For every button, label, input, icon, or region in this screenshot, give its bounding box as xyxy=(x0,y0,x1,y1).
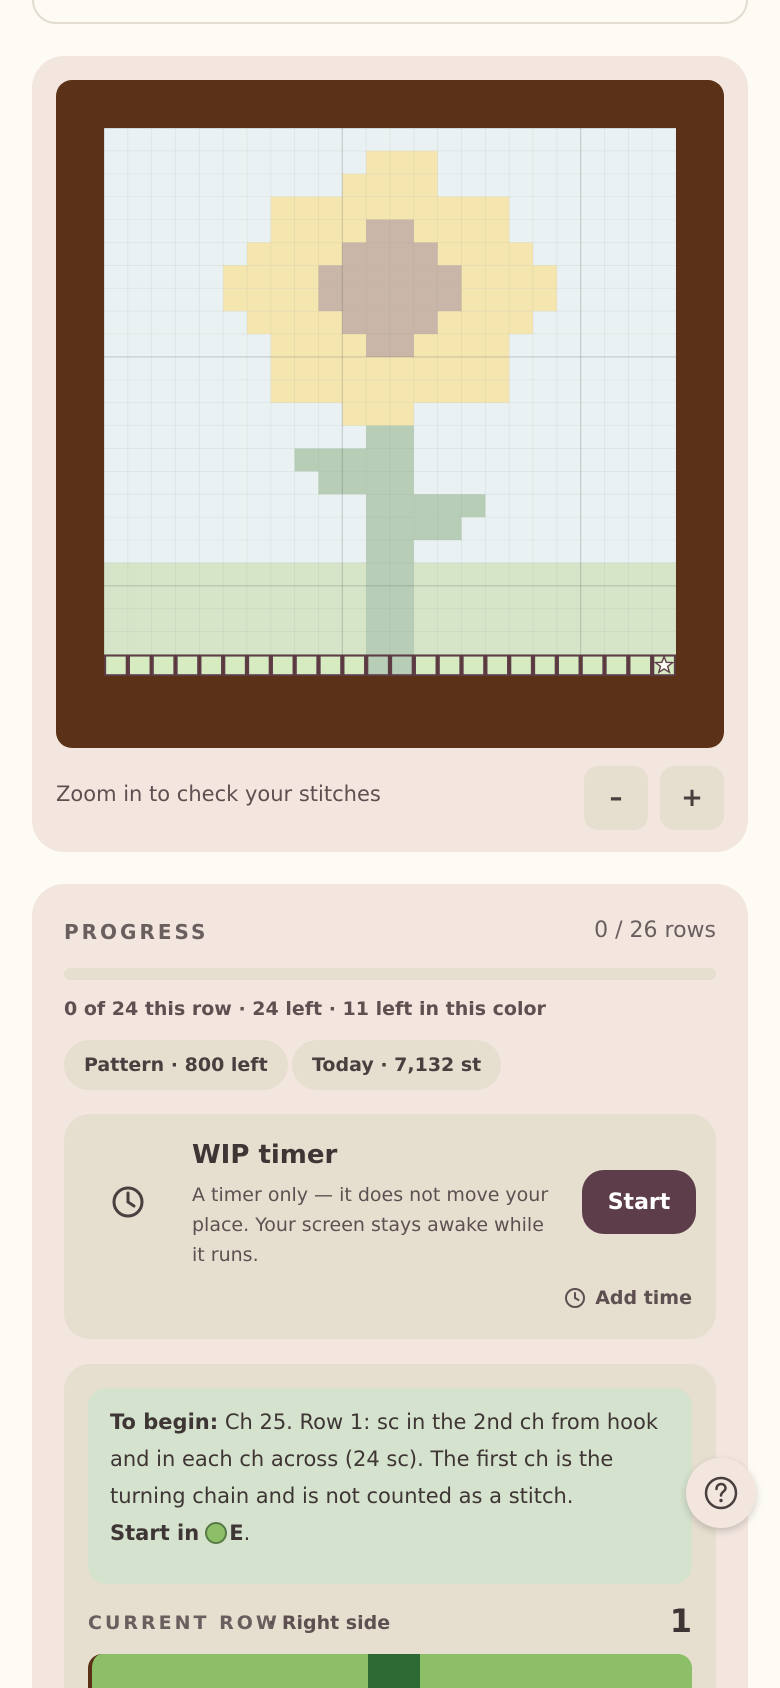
row-marker-cell xyxy=(128,654,152,677)
start-in-prefix: Start in xyxy=(110,1521,200,1545)
row-marker-cell xyxy=(175,654,200,677)
row-marker-cell xyxy=(199,654,223,677)
pattern-frame[interactable] xyxy=(56,80,724,748)
color-swatch xyxy=(205,1522,228,1544)
instructions-card: To begin: Ch 25. Row 1: sc in the 2nd ch… xyxy=(64,1364,716,1688)
current-row-side: · Right side xyxy=(268,1612,391,1634)
today-stitches-chip: Today · 7,132 st xyxy=(292,1040,502,1090)
question-icon xyxy=(704,1476,738,1510)
row-marker-cell xyxy=(390,654,414,677)
row-marker-cell xyxy=(533,654,557,677)
progress-card: PROGRESS 0 / 26 rows 0 of 24 this row · … xyxy=(32,884,748,1688)
timer-title: WIP timer xyxy=(192,1140,338,1170)
start-color-code: E xyxy=(229,1521,244,1545)
clock-icon xyxy=(112,1186,144,1218)
zoom-hint: Zoom in to check your stitches xyxy=(56,782,381,806)
pattern-left-chip: Pattern · 800 left xyxy=(64,1040,288,1090)
begin-instructions: To begin: Ch 25. Row 1: sc in the 2nd ch… xyxy=(88,1388,692,1584)
right-leaf-cells xyxy=(413,494,486,518)
current-row-label: CURRENT ROW xyxy=(88,1612,280,1634)
row-marker-cell xyxy=(414,654,438,677)
wip-timer-card: WIP timer A timer only — it does not mov… xyxy=(64,1114,716,1339)
progress-bar xyxy=(64,968,716,980)
row-marker-cell xyxy=(342,654,366,677)
row-marker-cell xyxy=(604,654,629,677)
row-marker-cell xyxy=(628,654,652,677)
pattern-viewer-card: Zoom in to check your stitches – + xyxy=(32,56,748,852)
row-marker-cell xyxy=(509,654,533,677)
start-in-line: Start in E. xyxy=(110,1521,670,1545)
row-stats: 0 of 24 this row · 24 left · 11 left in … xyxy=(64,998,546,1020)
row-marker-cell xyxy=(294,654,319,677)
current-row-number: 1 xyxy=(669,1602,692,1640)
row-marker-cell xyxy=(271,654,295,677)
row-marker-cell xyxy=(437,654,462,677)
left-leaf-cells xyxy=(294,448,367,472)
previous-card xyxy=(32,0,748,24)
row-marker-cell xyxy=(580,654,605,677)
current-row-color-block xyxy=(368,1654,420,1688)
start-in-suffix: . xyxy=(243,1521,251,1545)
petal-cells xyxy=(366,150,438,174)
row-marker-cell xyxy=(151,654,176,677)
petal-cells xyxy=(342,402,414,426)
row-marker-cell xyxy=(366,654,390,677)
help-button[interactable] xyxy=(686,1458,756,1528)
timer-start-button[interactable]: Start xyxy=(582,1170,696,1234)
row-marker-cell xyxy=(461,654,486,677)
add-time-button[interactable]: Add time xyxy=(563,1286,692,1310)
current-row-strip[interactable] xyxy=(88,1654,692,1688)
add-time-label: Add time xyxy=(595,1287,692,1309)
timer-description: A timer only — it does not move your pla… xyxy=(192,1184,549,1266)
row-marker-cell xyxy=(247,654,271,677)
progress-label: PROGRESS xyxy=(64,920,209,944)
begin-text: To begin: Ch 25. Row 1: sc in the 2nd ch… xyxy=(110,1404,670,1515)
row-marker-cell xyxy=(104,654,128,677)
row-marker-cell xyxy=(485,654,509,677)
clock-icon xyxy=(565,1288,586,1308)
pattern-grid[interactable] xyxy=(104,128,676,698)
progress-rows: 0 / 26 rows xyxy=(594,918,716,943)
zoom-out-button[interactable]: – xyxy=(584,766,648,830)
zoom-in-button[interactable]: + xyxy=(660,766,724,830)
begin-lead: To begin: xyxy=(110,1410,219,1434)
row-marker-cell xyxy=(223,654,247,677)
row-marker-cell xyxy=(557,654,581,677)
row-marker-cell xyxy=(318,654,343,677)
